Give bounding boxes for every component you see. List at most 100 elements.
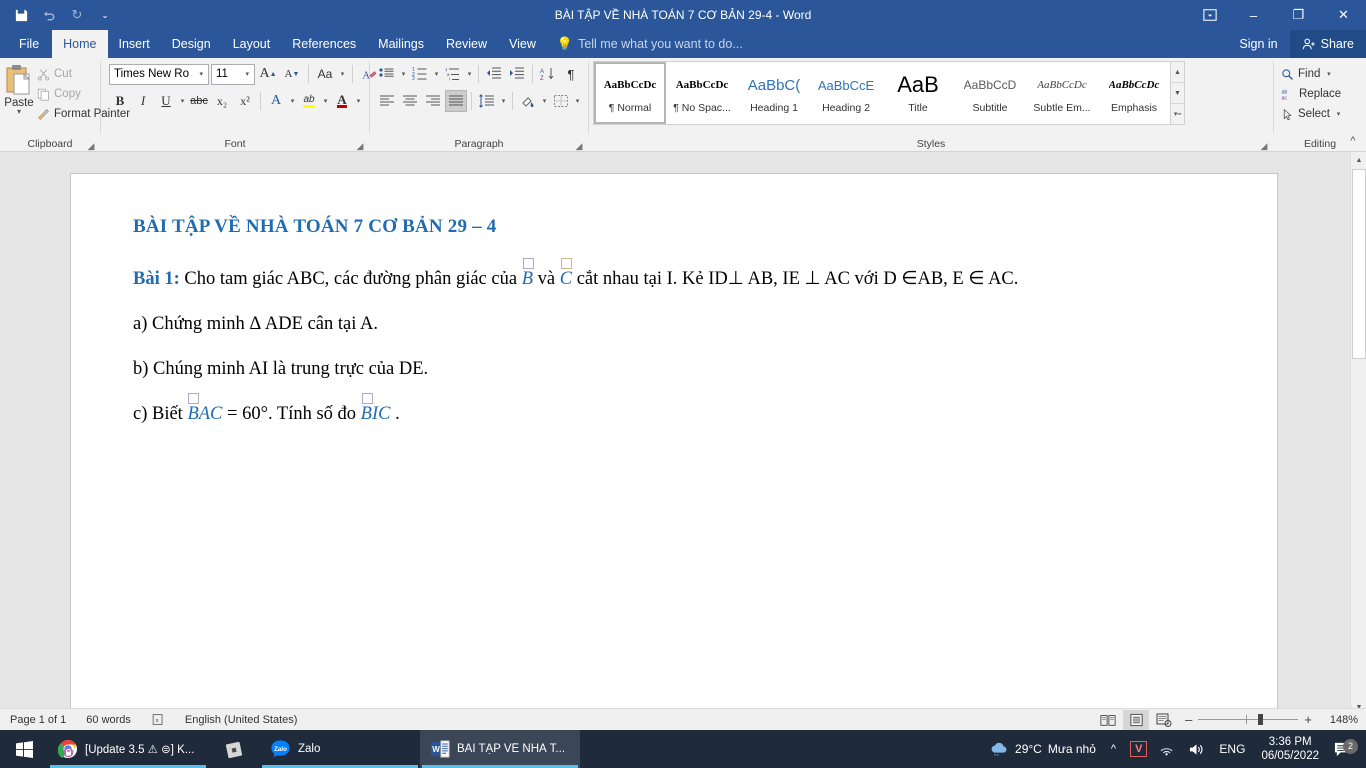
action-center-icon[interactable]: 2 bbox=[1327, 738, 1362, 758]
chevron-down-icon[interactable]: ▾ bbox=[178, 97, 187, 105]
chevron-down-icon[interactable]: ▾ bbox=[338, 70, 347, 78]
multilevel-list-icon[interactable]: 1ai bbox=[442, 63, 464, 85]
zoom-thumb[interactable] bbox=[1258, 714, 1264, 725]
clock[interactable]: 3:36 PM 06/05/2022 bbox=[1253, 735, 1327, 763]
scrollbar-thumb[interactable] bbox=[1352, 169, 1366, 359]
restore-button[interactable]: ❐ bbox=[1276, 0, 1321, 30]
shrink-font-button[interactable]: A ▼ bbox=[281, 63, 303, 85]
tab-home[interactable]: Home bbox=[52, 30, 108, 58]
print-layout-icon[interactable] bbox=[1123, 709, 1150, 730]
taskbar-item-zalo[interactable]: Zalo Zalo bbox=[260, 730, 420, 768]
chevron-down-icon[interactable]: ▾ bbox=[540, 97, 549, 105]
style-heading-2[interactable]: AaBbCcE Heading 2 bbox=[810, 62, 882, 124]
text-highlight-icon[interactable]: ab bbox=[298, 90, 320, 112]
style-no-spacing[interactable]: AaBbCcDc ¶ No Spac... bbox=[666, 62, 738, 124]
tab-design[interactable]: Design bbox=[161, 30, 222, 58]
style-heading-1[interactable]: AaBbC( Heading 1 bbox=[738, 62, 810, 124]
chevron-down-icon[interactable]: ▾ bbox=[196, 70, 206, 78]
angle-bac-placeholder[interactable]: BAC bbox=[187, 402, 222, 424]
style-subtle-emphasis[interactable]: AaBbCcDc Subtle Em... bbox=[1026, 62, 1098, 124]
sign-in-button[interactable]: Sign in bbox=[1227, 30, 1289, 58]
tab-view[interactable]: View bbox=[498, 30, 547, 58]
zoom-level[interactable]: 148% bbox=[1320, 714, 1358, 726]
align-left-icon[interactable] bbox=[376, 90, 398, 112]
page-indicator[interactable]: Page 1 of 1 bbox=[0, 714, 76, 726]
change-case-button[interactable]: Aa bbox=[314, 63, 336, 85]
web-layout-icon[interactable] bbox=[1151, 710, 1177, 730]
taskbar-item-word[interactable]: W BÀI TẬP VỀ NHÀ T... bbox=[420, 730, 580, 768]
line-spacing-icon[interactable] bbox=[476, 90, 498, 112]
tab-references[interactable]: References bbox=[281, 30, 367, 58]
style-emphasis[interactable]: AaBbCcDc Emphasis bbox=[1098, 62, 1170, 124]
chevron-down-icon[interactable]: ▾ bbox=[1324, 70, 1333, 78]
zoom-in-button[interactable]: + bbox=[1304, 712, 1312, 727]
styles-scroll-up-icon[interactable]: ▲ bbox=[1171, 62, 1184, 83]
tab-file[interactable]: File bbox=[6, 30, 52, 58]
document-page[interactable]: BÀI TẬP VỀ NHÀ TOÁN 7 CƠ BẢN 29 – 4 Bài … bbox=[71, 174, 1277, 716]
read-mode-icon[interactable] bbox=[1095, 710, 1121, 730]
weather-widget[interactable]: 29°C Mưa nhỏ bbox=[982, 730, 1103, 768]
wifi-icon[interactable] bbox=[1153, 730, 1182, 768]
replace-button[interactable]: ab ac Replace bbox=[1278, 84, 1346, 104]
vertical-scrollbar[interactable]: ▲ ▼ bbox=[1350, 152, 1366, 716]
numbering-icon[interactable]: 123 bbox=[409, 63, 431, 85]
font-color-icon[interactable]: A bbox=[331, 90, 353, 112]
scroll-up-icon[interactable]: ▲ bbox=[1351, 152, 1366, 169]
unikey-icon[interactable]: V bbox=[1124, 730, 1153, 768]
chevron-down-icon[interactable]: ▾ bbox=[465, 70, 474, 78]
save-icon[interactable] bbox=[8, 3, 34, 27]
style-title[interactable]: AaB Title bbox=[882, 62, 954, 124]
tab-review[interactable]: Review bbox=[435, 30, 498, 58]
document-canvas[interactable]: BÀI TẬP VỀ NHÀ TOÁN 7 CƠ BẢN 29 – 4 Bài … bbox=[0, 152, 1366, 716]
chevron-down-icon[interactable]: ⌄ bbox=[92, 3, 118, 27]
redo-icon[interactable]: ↻ bbox=[64, 3, 90, 27]
borders-icon[interactable] bbox=[550, 90, 572, 112]
paragraph-dialog-launcher[interactable]: ◢ bbox=[574, 138, 584, 151]
language-indicator[interactable]: ENG bbox=[1211, 730, 1253, 768]
paste-button[interactable]: Paste ▾ bbox=[4, 62, 34, 116]
taskbar-item-roblox[interactable] bbox=[208, 730, 260, 768]
angle-b-placeholder[interactable]: B bbox=[522, 267, 533, 289]
find-button[interactable]: Find ▾ bbox=[1278, 64, 1346, 84]
share-button[interactable]: Share bbox=[1289, 30, 1366, 58]
grow-font-button[interactable]: A ▲ bbox=[257, 63, 279, 85]
superscript-button[interactable]: x² bbox=[234, 90, 256, 112]
zoom-track[interactable] bbox=[1198, 714, 1299, 725]
collapse-ribbon-icon[interactable]: ^ bbox=[1344, 133, 1362, 149]
underline-button[interactable]: U bbox=[155, 90, 177, 112]
word-count[interactable]: 60 words bbox=[76, 714, 141, 726]
style-normal[interactable]: AaBbCcDc ¶ Normal bbox=[594, 62, 666, 124]
align-center-icon[interactable] bbox=[399, 90, 421, 112]
undo-icon[interactable] bbox=[36, 3, 62, 27]
sort-icon[interactable]: AZ bbox=[537, 63, 559, 85]
chevron-down-icon[interactable]: ▾ bbox=[1334, 110, 1343, 118]
zoom-slider[interactable]: – + bbox=[1179, 712, 1318, 727]
increase-indent-icon[interactable] bbox=[506, 63, 528, 85]
strikethrough-button[interactable]: abc bbox=[188, 90, 210, 112]
chevron-down-icon[interactable]: ▾ bbox=[321, 97, 330, 105]
taskbar-item-chrome[interactable]: [Update 3.5 ⚠ ⊜] K... bbox=[48, 730, 208, 768]
shading-icon[interactable] bbox=[517, 90, 539, 112]
bold-button[interactable]: B bbox=[109, 90, 131, 112]
chevron-down-icon[interactable]: ▾ bbox=[499, 97, 508, 105]
styles-more-icon[interactable]: ▾ ━ bbox=[1171, 104, 1184, 124]
angle-c-placeholder[interactable]: C bbox=[560, 267, 572, 289]
styles-dialog-launcher[interactable]: ◢ bbox=[1259, 138, 1269, 151]
chevron-down-icon[interactable]: ▾ bbox=[432, 70, 441, 78]
chevron-down-icon[interactable]: ▾ bbox=[573, 97, 582, 105]
justify-icon[interactable] bbox=[445, 90, 467, 112]
start-icon[interactable] bbox=[0, 730, 48, 768]
show-formatting-marks-icon[interactable]: ¶ bbox=[560, 63, 582, 85]
chevron-down-icon[interactable]: ▾ bbox=[242, 70, 252, 78]
minimize-button[interactable]: – bbox=[1231, 0, 1276, 30]
font-name-combo[interactable]: Times New Ro ▾ bbox=[109, 63, 209, 85]
bullets-icon[interactable] bbox=[376, 63, 398, 85]
italic-button[interactable]: I bbox=[132, 90, 154, 112]
styles-gallery[interactable]: AaBbCcDc ¶ Normal AaBbCcDc ¶ No Spac... … bbox=[593, 61, 1185, 125]
zoom-out-button[interactable]: – bbox=[1185, 712, 1192, 727]
show-hidden-icons[interactable]: ^ bbox=[1103, 730, 1124, 768]
decrease-indent-icon[interactable] bbox=[483, 63, 505, 85]
angle-bic-placeholder[interactable]: BIC bbox=[361, 402, 391, 424]
chevron-down-icon[interactable]: ▾ bbox=[288, 97, 297, 105]
align-right-icon[interactable] bbox=[422, 90, 444, 112]
